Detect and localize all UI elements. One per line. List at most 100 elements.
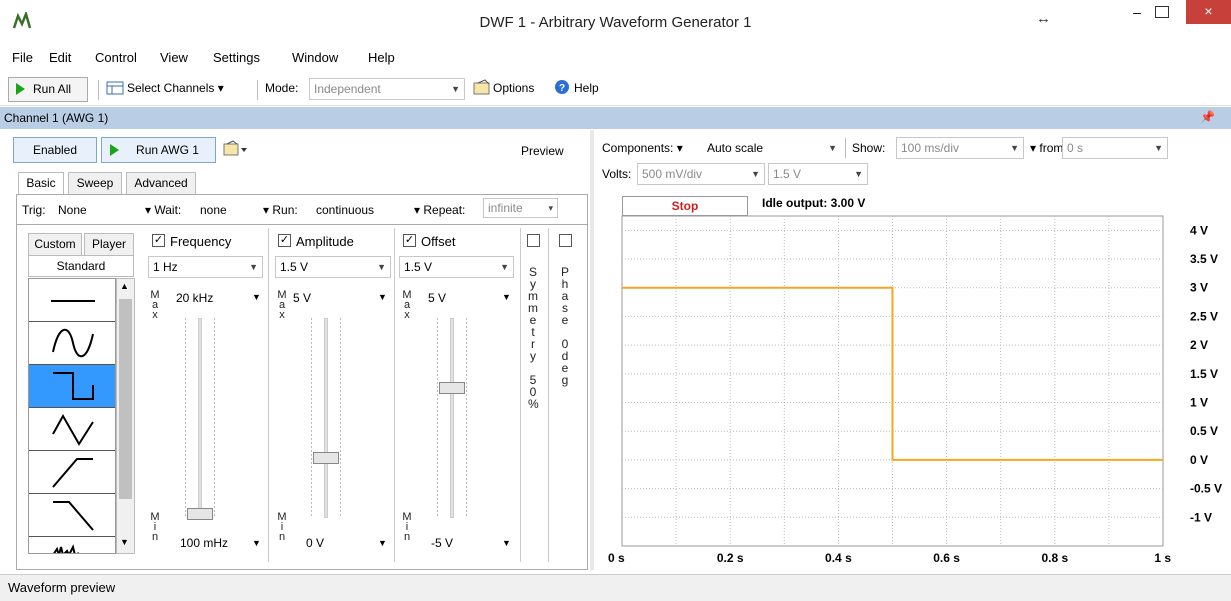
scroll-thumb[interactable] <box>119 299 132 499</box>
amplitude-slider-ticks <box>340 318 341 518</box>
subtab-standard[interactable]: Standard <box>28 255 134 277</box>
channel-title-bar: Channel 1 (AWG 1) <box>0 107 1231 129</box>
tab-sweep[interactable]: Sweep <box>68 172 122 194</box>
components-select[interactable]: Auto scale ▼ <box>702 137 842 159</box>
menu-help[interactable]: Help <box>368 50 395 65</box>
subtab-custom[interactable]: Custom <box>28 233 82 255</box>
amplitude-slider-thumb[interactable] <box>313 452 339 464</box>
square-icon <box>53 372 94 400</box>
wait-select[interactable]: none <box>200 203 227 217</box>
waveform-sine[interactable] <box>29 322 115 365</box>
noise-icon <box>53 544 79 553</box>
repeat-select[interactable]: infinite ▾ <box>483 198 558 218</box>
repeat-label: ▾ Repeat: <box>414 203 466 217</box>
offset-max-value[interactable]: 5 V <box>428 291 446 305</box>
options-button[interactable]: Options <box>493 81 534 95</box>
chevron-down-icon[interactable]: ▼ <box>502 292 511 302</box>
offset-checkbox[interactable]: ✓ <box>403 234 416 247</box>
menu-settings[interactable]: Settings <box>213 50 260 65</box>
menu-control[interactable]: Control <box>95 50 137 65</box>
symmetry-checkbox[interactable] <box>527 234 540 247</box>
waveform-noise[interactable] <box>29 537 115 553</box>
offset-slider-thumb[interactable] <box>439 382 465 394</box>
offset-min-value[interactable]: -5 V <box>431 536 453 550</box>
offset-slider-ticks <box>466 318 467 518</box>
frequency-min-value[interactable]: 100 mHz <box>180 536 228 550</box>
chevron-down-icon[interactable]: ▼ <box>378 538 387 548</box>
run-all-button[interactable]: Run All <box>8 77 88 102</box>
run-select[interactable]: continuous <box>316 203 374 217</box>
offset-slider-track[interactable] <box>450 318 454 518</box>
frequency-slider-track[interactable] <box>198 318 202 518</box>
resize-icon[interactable]: ↔ <box>1036 10 1051 27</box>
scroll-down-icon[interactable]: ▼ <box>120 537 129 547</box>
mode-select[interactable]: Independent ▼ <box>309 78 465 100</box>
menu-view[interactable]: View <box>160 50 188 65</box>
run-awg-button[interactable]: Run AWG 1 <box>101 137 216 163</box>
channels-icon <box>106 81 124 95</box>
waveform-dc[interactable] <box>29 279 115 322</box>
select-channels-button[interactable]: Select Channels ▾ <box>127 81 224 95</box>
close-button[interactable]: × <box>1186 0 1231 24</box>
amplitude-select[interactable]: 1.5 V ▼ <box>275 256 391 278</box>
tab-basic[interactable]: Basic <box>18 172 64 194</box>
volts-offset-value: 1.5 V <box>773 167 802 181</box>
column-divider <box>394 228 395 562</box>
chevron-down-icon[interactable]: ▼ <box>502 538 511 548</box>
phase-checkbox[interactable] <box>559 234 572 247</box>
idle-output-label: Idle output: 3.00 V <box>762 196 866 210</box>
amplitude-slider-track[interactable] <box>324 318 328 518</box>
amplitude-max-value[interactable]: 5 V <box>293 291 311 305</box>
volts-offset-select[interactable]: 1.5 V ▼ <box>768 163 868 185</box>
ramp-up-icon <box>52 458 93 488</box>
triangle-icon <box>52 413 94 446</box>
chevron-down-icon[interactable]: ▼ <box>252 538 261 548</box>
amplitude-min-label: Min <box>277 511 287 543</box>
volts-select[interactable]: 500 mV/div ▼ <box>637 163 765 185</box>
ramp-down-icon <box>53 501 94 531</box>
amplitude-checkbox[interactable]: ✓ <box>278 234 291 247</box>
pin-icon[interactable]: 📌 <box>1200 110 1215 124</box>
chevron-down-icon[interactable]: ▼ <box>378 292 387 302</box>
frequency-select[interactable]: 1 Hz ▼ <box>148 256 263 278</box>
chevron-down-icon: ▼ <box>828 143 837 153</box>
frequency-max-value[interactable]: 20 kHz <box>176 291 213 305</box>
stop-button[interactable]: Stop <box>622 196 748 216</box>
menu-window[interactable]: Window <box>292 50 338 65</box>
show-label: Show: <box>852 141 886 155</box>
waveform-scrollbar[interactable]: ▲ ▼ <box>116 278 135 554</box>
frequency-slider-thumb[interactable] <box>187 508 213 520</box>
components-value: Auto scale <box>707 141 764 155</box>
enabled-button[interactable]: Enabled <box>13 137 97 163</box>
waveform-ramp-down[interactable] <box>29 494 115 537</box>
offset-select[interactable]: 1.5 V ▼ <box>399 256 514 278</box>
amplitude-min-value[interactable]: 0 V <box>306 536 324 550</box>
repeat-value: infinite <box>488 201 523 215</box>
maximize-button[interactable] <box>1155 6 1169 18</box>
waveform-list <box>28 278 116 554</box>
waveform-triangle[interactable] <box>29 408 115 451</box>
options-icon <box>473 79 490 95</box>
settings-dropdown-icon[interactable] <box>222 140 250 158</box>
run-awg-label: Run AWG 1 <box>136 143 199 157</box>
frequency-label: Frequency <box>170 234 232 249</box>
waveform-square[interactable] <box>29 365 115 408</box>
mode-value: Independent <box>314 82 381 96</box>
chevron-down-icon[interactable]: ▼ <box>252 292 261 302</box>
amplitude-label: Amplitude <box>296 234 354 249</box>
trig-select[interactable]: None <box>58 203 87 217</box>
minimize-button[interactable]: – <box>1126 4 1148 28</box>
help-button[interactable]: Help <box>574 81 599 95</box>
preview-label: Preview <box>521 144 564 158</box>
from-select[interactable]: 0 s ▼ <box>1062 137 1168 159</box>
channel-title: Channel 1 (AWG 1) <box>4 111 109 125</box>
show-select[interactable]: 100 ms/div ▼ <box>896 137 1024 159</box>
frequency-checkbox[interactable]: ✓ <box>152 234 165 247</box>
scroll-up-icon[interactable]: ▲ <box>120 281 129 291</box>
from-value: 0 s <box>1067 141 1084 155</box>
menu-edit[interactable]: Edit <box>49 50 71 65</box>
tab-advanced[interactable]: Advanced <box>126 172 196 194</box>
menu-file[interactable]: File <box>12 50 33 65</box>
waveform-ramp-up[interactable] <box>29 451 115 494</box>
subtab-player[interactable]: Player <box>84 233 134 255</box>
